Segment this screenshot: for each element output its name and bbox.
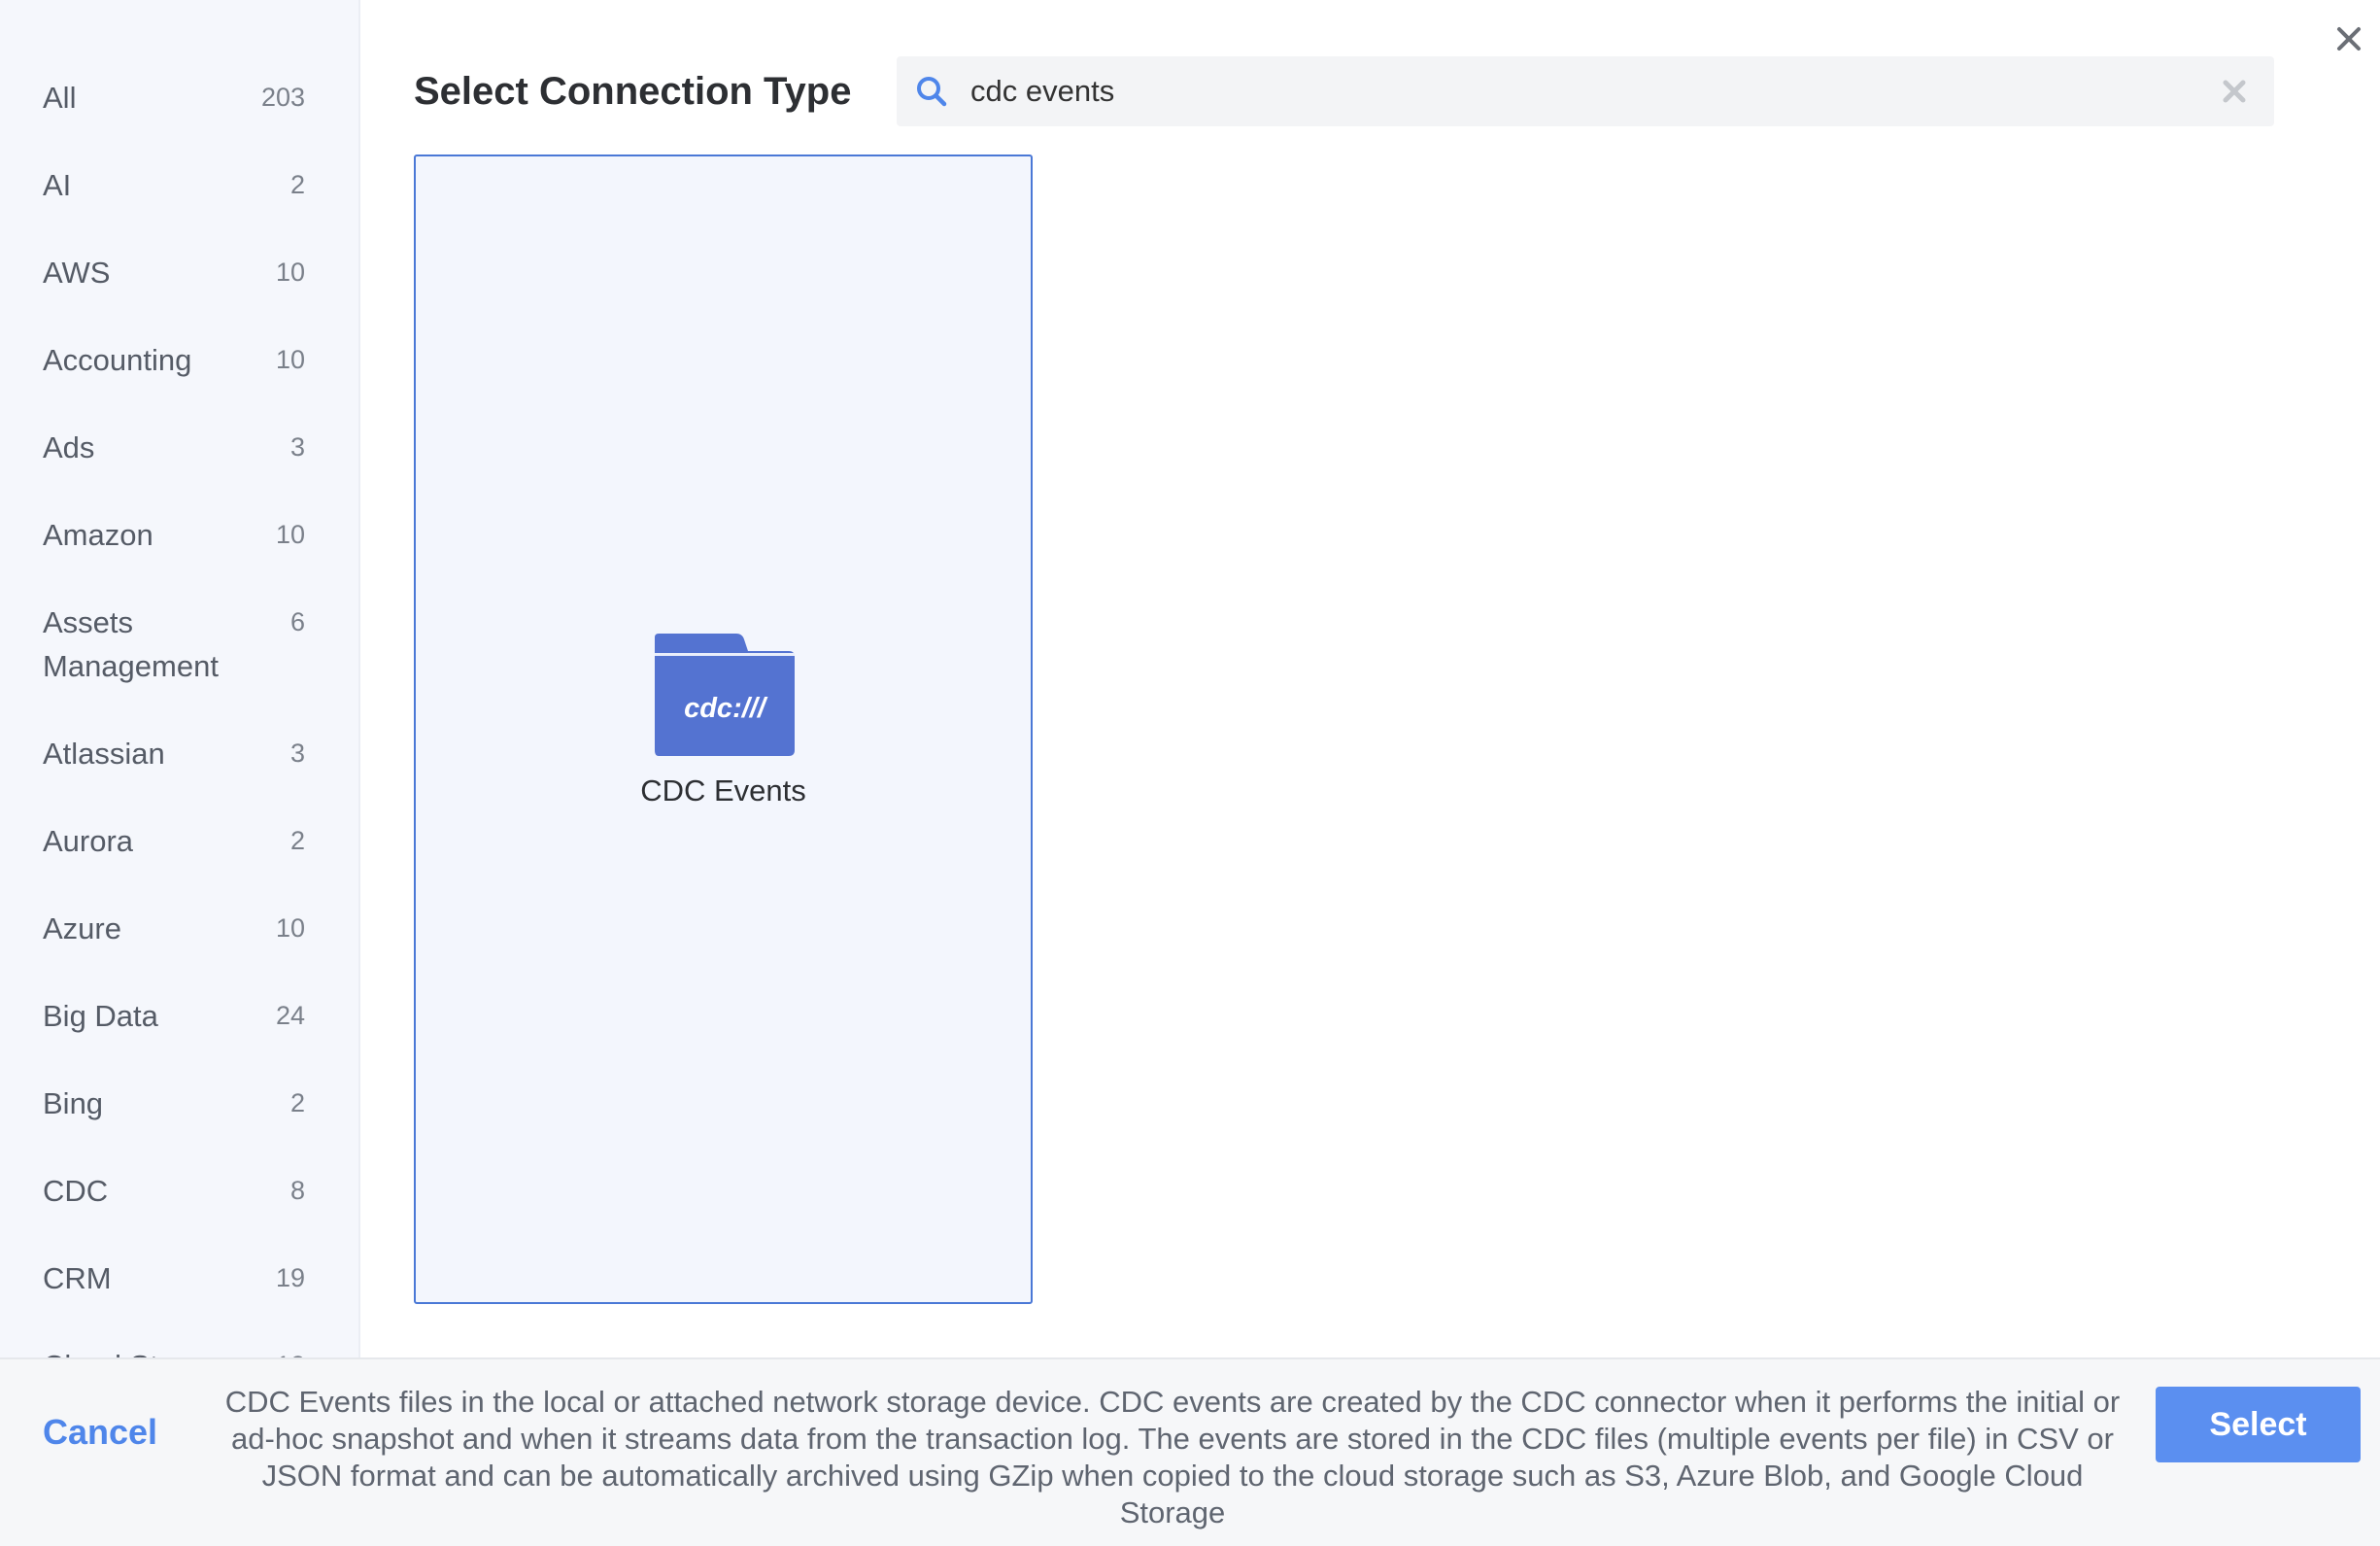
- category-list: All 203 AI 2 AWS 10 Accounting 10 Ads 3 …: [0, 0, 358, 1357]
- category-count: 8: [289, 1176, 305, 1205]
- category-count: 10: [275, 258, 305, 287]
- category-item-accounting[interactable]: Accounting 10: [0, 321, 358, 408]
- category-label: Aurora: [43, 824, 134, 858]
- folder-icon: cdc:///: [654, 633, 795, 756]
- category-label: AWS: [43, 256, 111, 290]
- search-input[interactable]: [949, 56, 2220, 126]
- connection-card-label: CDC Events: [640, 773, 806, 807]
- category-item-aws[interactable]: AWS 10: [0, 233, 358, 321]
- search-icon: [917, 77, 947, 107]
- close-icon[interactable]: [2333, 23, 2364, 54]
- category-label: Accounting: [43, 343, 192, 377]
- category-label: Cloud Storage: [43, 1344, 247, 1357]
- category-item-ads[interactable]: Ads 3: [0, 408, 358, 496]
- category-count: 12: [276, 1344, 305, 1357]
- category-count: 19: [275, 1263, 305, 1292]
- category-label: Azure: [43, 911, 121, 945]
- folder-icon-text: cdc:///: [684, 693, 768, 724]
- category-item-amazon[interactable]: Amazon 10: [0, 496, 358, 583]
- page-title: Select Connection Type: [414, 70, 852, 113]
- category-item-big-data[interactable]: Big Data 24: [0, 977, 358, 1064]
- category-item-all[interactable]: All 203: [0, 58, 358, 146]
- category-count: 2: [289, 1088, 305, 1117]
- category-item-cdc[interactable]: CDC 8: [0, 1151, 358, 1239]
- category-item-cloud-storage[interactable]: Cloud Storage 12: [0, 1326, 358, 1357]
- category-label: Amazon: [43, 518, 153, 552]
- category-count: 2: [289, 170, 305, 199]
- category-label: Big Data: [43, 999, 158, 1033]
- category-count: 3: [289, 739, 305, 768]
- category-item-crm[interactable]: CRM 19: [0, 1239, 358, 1326]
- connection-description: CDC Events files in the local or attache…: [224, 1385, 2121, 1529]
- clear-icon[interactable]: [2220, 77, 2249, 106]
- category-count: 10: [275, 520, 305, 549]
- category-item-assets-management[interactable]: Assets Management 6: [0, 583, 358, 714]
- cancel-button[interactable]: Cancel: [43, 1398, 157, 1466]
- footer-bar: Cancel CDC Events files in the local or …: [0, 1357, 2380, 1546]
- category-item-bing[interactable]: Bing 2: [0, 1064, 358, 1151]
- category-label: Assets Management: [43, 605, 219, 683]
- category-count: 2: [289, 826, 305, 855]
- category-item-ai[interactable]: AI 2: [0, 146, 358, 233]
- category-item-aurora[interactable]: Aurora 2: [0, 802, 358, 889]
- category-item-azure[interactable]: Azure 10: [0, 889, 358, 977]
- category-item-atlassian[interactable]: Atlassian 3: [0, 714, 358, 802]
- category-label: All: [43, 81, 77, 115]
- category-count: 10: [275, 345, 305, 374]
- category-label: Bing: [43, 1086, 104, 1120]
- category-count: 10: [275, 913, 305, 943]
- category-label: Ads: [43, 430, 95, 464]
- category-label: CDC: [43, 1174, 109, 1208]
- category-label: CRM: [43, 1261, 112, 1295]
- category-count: 3: [289, 432, 305, 462]
- category-count: 203: [260, 83, 305, 112]
- category-label: Atlassian: [43, 737, 165, 771]
- category-count: 24: [275, 1001, 305, 1030]
- connection-card-cdc-events[interactable]: cdc:/// CDC Events: [414, 155, 1033, 1304]
- category-sidebar: All 203 AI 2 AWS 10 Accounting 10 Ads 3 …: [0, 0, 360, 1357]
- category-label: AI: [43, 168, 72, 202]
- select-button[interactable]: Select: [2156, 1387, 2361, 1462]
- category-count: 6: [289, 607, 305, 636]
- search-bar: [897, 56, 2274, 126]
